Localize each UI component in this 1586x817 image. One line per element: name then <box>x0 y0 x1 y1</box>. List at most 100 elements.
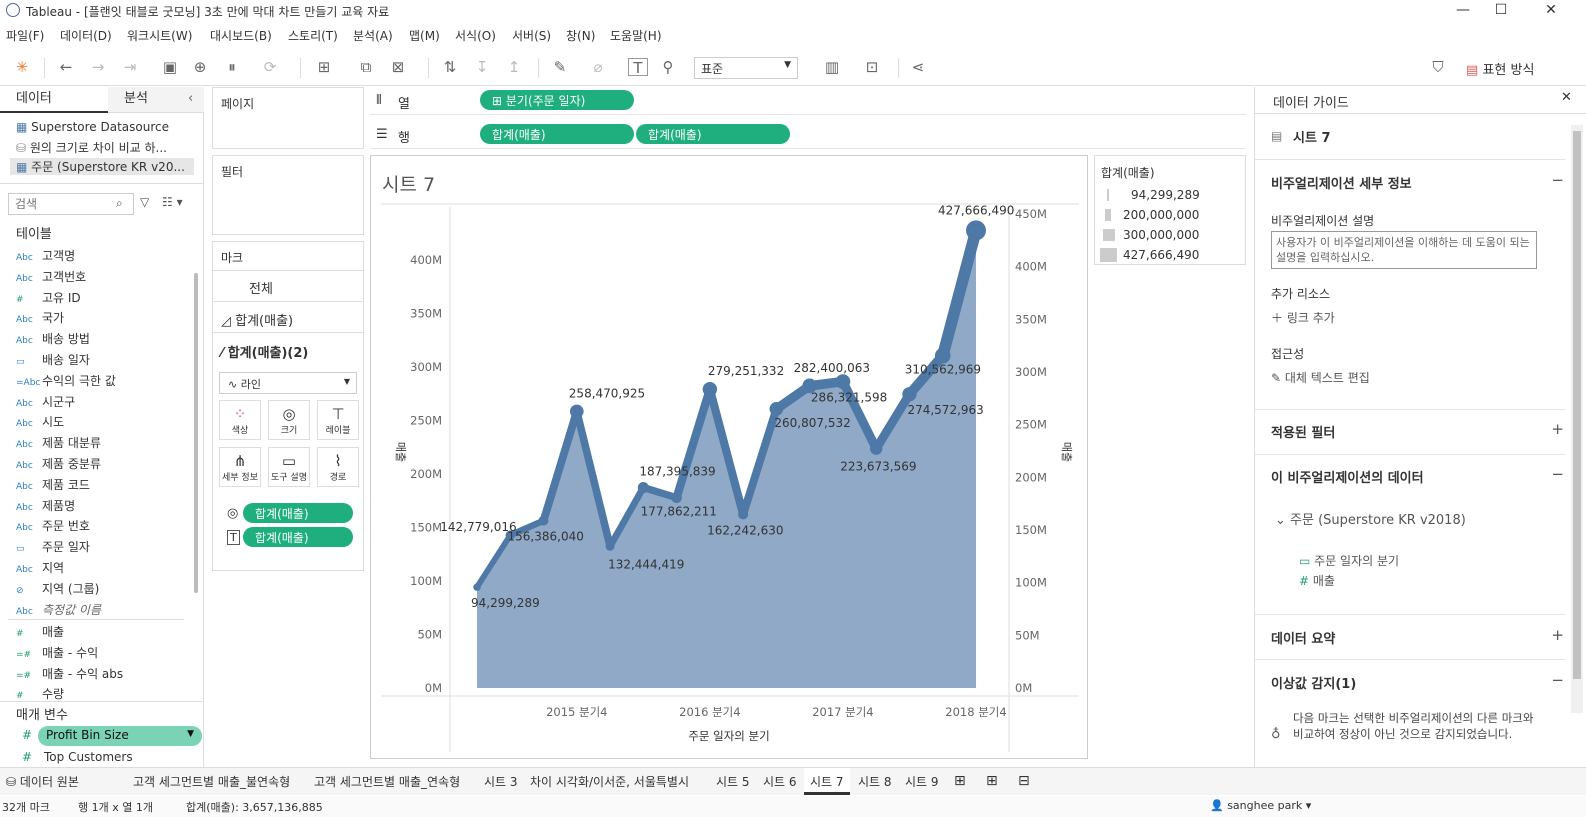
mark-type-select[interactable]: ∿ 라인 ▼ <box>219 372 357 394</box>
columns-shelf[interactable]: ⦀ 열 ⊞ 분기(주문 일자) <box>370 87 1246 115</box>
add-link-button[interactable]: ＋ 링크 추가 <box>1271 309 1335 326</box>
label-button[interactable]: ⊤ 레이블 <box>317 400 359 440</box>
field-list-scrollbar[interactable] <box>194 273 198 593</box>
replay-icon[interactable]: ⇥ <box>120 58 140 76</box>
expand-icon[interactable]: + <box>1551 420 1564 438</box>
tooltip-button[interactable]: ▭ 도구 설명 <box>268 447 310 487</box>
applied-filters-header[interactable]: 적용된 필터 <box>1271 422 1335 441</box>
redo-icon[interactable]: → <box>88 58 108 76</box>
clear-sheet-icon[interactable]: ⊠ <box>388 58 408 76</box>
guide-scrollbar[interactable] <box>1571 125 1583 713</box>
field-item[interactable]: Abc 고객명 <box>16 247 75 264</box>
datasource-item[interactable]: ▦ Superstore Datasource <box>16 120 196 134</box>
tab-sheet[interactable]: 시트 8 <box>858 773 892 790</box>
new-sheet-icon[interactable]: ⊞ <box>314 58 334 76</box>
duplicate-sheet-icon[interactable]: ⧉ <box>356 58 376 76</box>
field-item[interactable]: Abc 시군구 <box>16 393 75 410</box>
expand-icon[interactable]: + <box>1551 626 1564 644</box>
menu-map[interactable]: 맵(M) <box>409 27 440 44</box>
field-item[interactable]: Abc 제품 중분류 <box>16 455 101 472</box>
tab-sheet[interactable]: 시트 9 <box>905 773 939 790</box>
menu-dashboard[interactable]: 대시보드(B) <box>210 27 272 44</box>
tab-sheet[interactable]: 고객 세그먼트별 매출_불연속형 <box>133 773 290 790</box>
data-summary-header[interactable]: 데이터 요약 <box>1271 628 1335 647</box>
menu-file[interactable]: 파일(F) <box>6 27 44 44</box>
field-item[interactable]: ⊘ 지역 (그룹) <box>16 580 99 597</box>
collapse-icon[interactable]: − <box>1551 671 1564 689</box>
tab-sheet-active[interactable]: 시트 7 <box>804 768 850 795</box>
filters-card[interactable]: 필터 <box>212 155 364 235</box>
field-item[interactable]: =Abc 수익의 극한 값 <box>16 372 116 389</box>
sort-descending-icon[interactable]: ↥ <box>504 58 524 76</box>
tab-sheet[interactable]: 고객 세그먼트별 매출_연속형 <box>314 773 460 790</box>
user-menu[interactable]: 👤 sanghee park ▾ <box>1210 799 1311 812</box>
presentation-icon[interactable]: ⊡ <box>862 58 882 76</box>
path-button[interactable]: ⌇ 경로 <box>317 447 359 487</box>
datasource-item-active[interactable]: ▦ 주문 (Superstore KR v20... <box>10 158 194 175</box>
card-toggle-icon[interactable]: ▥ <box>822 58 842 76</box>
area-line-chart[interactable]: 0M 50M 100M 150M 200M 250M 300M 350M 400M 0M 50M 10… <box>371 156 1087 758</box>
tableau-home-icon[interactable]: ✳ <box>12 58 32 76</box>
menu-help[interactable]: 도움말(H) <box>610 27 662 44</box>
field-item[interactable]: Abc 측정값 이름 <box>16 601 101 618</box>
field-item[interactable]: ▭ 배송 일자 <box>16 351 90 368</box>
show-labels-icon[interactable]: T <box>628 58 648 77</box>
data-point[interactable] <box>605 541 615 551</box>
field-item[interactable]: Abc 배송 방법 <box>16 330 90 347</box>
view-options-icon[interactable]: ☷ ▾ <box>162 195 183 209</box>
description-textarea[interactable]: 사용자가 이 비주얼리제이션을 이해하는 데 도움이 되는 설명을 입력하십시오… <box>1271 231 1537 269</box>
save-icon[interactable]: ▣ <box>160 58 180 76</box>
field-item[interactable]: # 고유 ID <box>16 289 81 306</box>
viz-data-header[interactable]: 이 비주얼리제이션의 데이터 <box>1271 467 1424 486</box>
filter-icon[interactable]: ▽ <box>140 195 149 209</box>
menu-data[interactable]: 데이터(D) <box>60 27 112 44</box>
tab-sheet[interactable]: 시트 5 <box>716 773 750 790</box>
measure-item[interactable]: # 수량 <box>16 685 64 702</box>
mark-pill-size[interactable]: 합계(매출) <box>243 503 353 523</box>
data-point[interactable] <box>702 381 718 397</box>
fix-axes-icon[interactable]: ⚲ <box>658 58 678 76</box>
undo-icon[interactable]: ← <box>56 58 76 76</box>
collapse-icon[interactable]: − <box>1551 465 1564 483</box>
group-icon[interactable]: ⌀ <box>588 58 608 76</box>
share-icon[interactable]: ⋖ <box>908 58 928 76</box>
field-item[interactable]: Abc 시도 <box>16 413 64 430</box>
mark-pill-label[interactable]: 합계(매출) <box>243 527 353 547</box>
show-me-button[interactable]: ▤ 표현 방식 <box>1466 59 1534 78</box>
menu-worksheet[interactable]: 워크시트(W) <box>127 27 192 44</box>
column-pill-quarter[interactable]: ⊞ 분기(주문 일자) <box>480 90 634 110</box>
marks-tab-1[interactable]: ◿ 합계(매출) <box>213 303 363 333</box>
field-item[interactable]: Abc 고객번호 <box>16 268 86 285</box>
viz-details-header[interactable]: 비주얼리제이션 세부 정보 <box>1271 173 1412 192</box>
data-point[interactable] <box>569 404 584 419</box>
pause-updates-icon[interactable]: ⏸ <box>222 58 242 76</box>
refresh-icon[interactable]: ⟳ <box>260 58 280 76</box>
data-point[interactable] <box>934 347 951 364</box>
menu-server[interactable]: 서버(S) <box>512 27 551 44</box>
row-pill-sales-2[interactable]: 합계(매출) <box>636 124 790 144</box>
field-item[interactable]: Abc 지역 <box>16 559 64 576</box>
measure-item[interactable]: =# 매출 - 수익 abs <box>16 665 123 682</box>
data-point[interactable] <box>538 515 549 526</box>
size-button[interactable]: ◎ 크기 <box>268 400 310 440</box>
field-item[interactable]: ▭ 주문 일자 <box>16 538 90 555</box>
data-point[interactable] <box>473 583 481 591</box>
marks-tab-2[interactable]: ⁄ 합계(매출)(2) <box>213 335 363 365</box>
maximize-button[interactable]: ☐ <box>1478 0 1524 20</box>
data-point[interactable] <box>671 492 682 504</box>
format-painter-icon[interactable]: ⛉ <box>1428 58 1448 76</box>
legend-item[interactable]: 300,000,000 <box>1123 228 1199 242</box>
new-story-icon[interactable]: ⊟ <box>1018 773 1030 789</box>
legend-item[interactable]: 94,299,289 <box>1131 188 1200 202</box>
data-point[interactable] <box>870 442 883 455</box>
data-point[interactable] <box>637 481 649 493</box>
outlier-header[interactable]: 이상값 감지(1) <box>1271 673 1356 692</box>
tab-sheet[interactable]: 시트 3 <box>484 773 518 790</box>
pages-card[interactable]: 페이지 <box>212 87 364 149</box>
menu-window[interactable]: 창(N) <box>566 27 595 44</box>
field-item[interactable]: Abc 국가 <box>16 309 64 326</box>
new-dashboard-icon[interactable]: ⊞ <box>986 773 998 789</box>
close-button[interactable]: ✕ <box>1528 0 1574 20</box>
highlight-icon[interactable]: ✎ <box>550 58 570 76</box>
data-point[interactable] <box>769 402 784 416</box>
